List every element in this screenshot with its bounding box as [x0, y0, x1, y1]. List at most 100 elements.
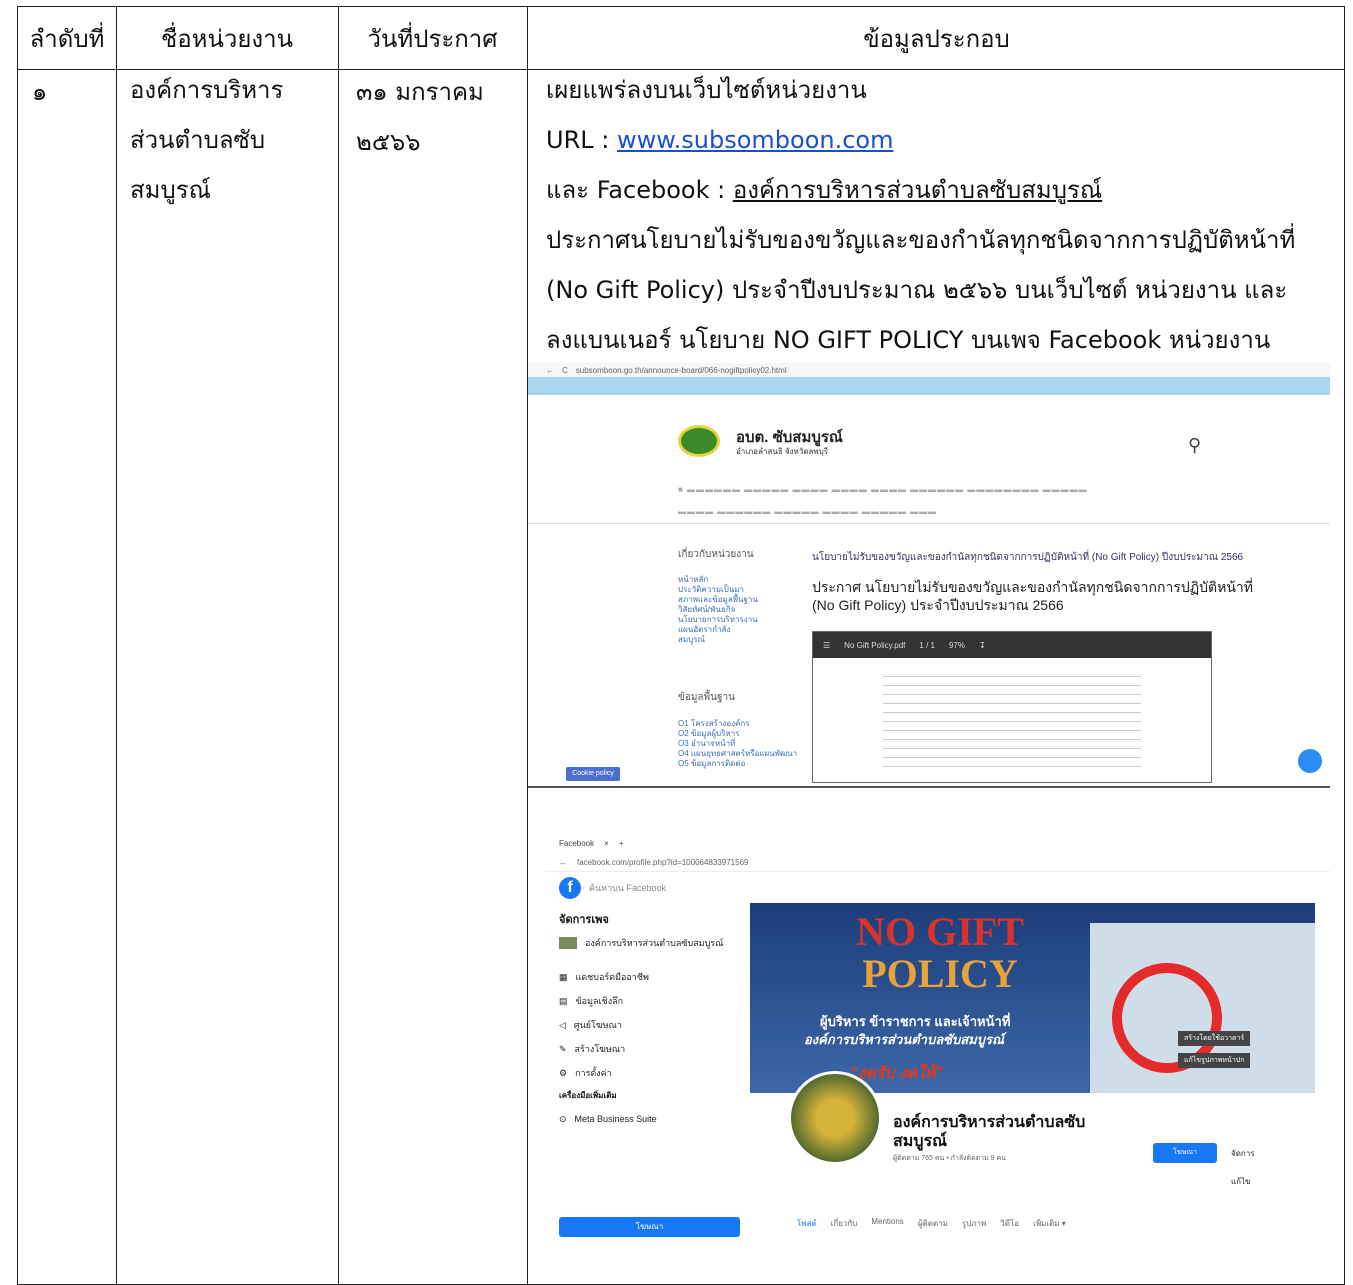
date-line: ๓๑ มกราคม — [356, 78, 484, 106]
reload-icon: C — [562, 365, 568, 375]
page-manager-panel: จัดการเพจ องค์การบริหารส่วนตำบลซับสมบูรณ… — [559, 909, 744, 1131]
sidebar-item[interactable]: O2 ข้อมูลผู้บริหาร — [678, 729, 797, 739]
page-thumb-icon — [559, 937, 577, 949]
search-icon: ⚲ — [1188, 435, 1202, 455]
facebook-line: และ Facebook : องค์การบริหารส่วนตำบลซับส… — [546, 165, 1102, 215]
sidebar-list: O1 โครงสร้างองค์กร O2 ข้อมูลผู้บริหาร O3… — [678, 719, 797, 769]
sidebar-item[interactable]: O1 โครงสร้างองค์กร — [678, 719, 797, 729]
sidebar-item[interactable]: หน้าหลัก — [678, 575, 758, 585]
sidebar-item[interactable]: ประวัติความเป็นมา — [678, 585, 758, 595]
sidebar-item[interactable]: แผนอัตรากำลัง — [678, 625, 758, 635]
site-nav: ▬▬▬▬ ▬▬▬▬▬▬ ▬▬▬▬▬ ▬▬▬▬ ▬▬▬▬▬ ▬▬▬ — [678, 507, 938, 516]
pdf-toolbar: ☰ No Gift Policy.pdf 1 / 1 97% ↧ — [813, 632, 1211, 658]
pdf-page-counter: 1 / 1 — [919, 640, 935, 650]
avatar — [788, 1071, 882, 1165]
info-line: ลงแบนเนอร์ นโยบาย NO GIFT POLICY บนเพจ F… — [546, 326, 1271, 354]
messenger-icon[interactable] — [1298, 749, 1322, 773]
menu-item: ▦ แดชบอร์ดมืออาชีพ — [559, 965, 744, 989]
sidebar-item[interactable]: O5 ข้อมูลการติดต่อ — [678, 759, 797, 769]
menu-item-label: Meta Business Suite — [574, 1114, 657, 1124]
page-title: ประกาศ นโยบายไม่รับของขวัญและของกำนัลทุก… — [812, 578, 1253, 614]
manage-page-title: จัดการเพจ — [559, 914, 609, 926]
menu-item: ✎ สร้างโฆษณา — [559, 1037, 744, 1061]
menu-item: ⚙ การตั้งค่า — [559, 1061, 744, 1085]
browser-url: subsomboon.go.th/announce-board/066-nogi… — [575, 365, 787, 375]
menu-item-label: ข้อมูลเชิงลึก — [575, 996, 624, 1006]
browser-tab-bar: Facebook × + — [545, 833, 1330, 853]
website-link[interactable]: www.subsomboon.com — [617, 126, 894, 154]
site-subtitle: อำเภอลำสนธิ จังหวัดลพบุรี — [736, 447, 829, 456]
pdf-viewer[interactable]: ☰ No Gift Policy.pdf 1 / 1 97% ↧ — [812, 631, 1212, 783]
facebook-search: ค้นหาบน Facebook — [589, 883, 667, 893]
insights-icon: ▤ — [559, 996, 568, 1006]
page-switch-item: องค์การบริหารส่วนตำบลซับสมบูรณ์ — [559, 931, 744, 955]
tab-videos[interactable]: วิดีโอ — [1000, 1217, 1019, 1230]
page-name-small: องค์การบริหารส่วนตำบลซับสมบูรณ์ — [585, 938, 724, 948]
edit-button[interactable]: แก้ไข — [1231, 1175, 1251, 1188]
website-screenshot: ← C subsomboon.go.th/announce-board/066-… — [528, 363, 1330, 788]
advertise-cta-button[interactable]: โฆษณา — [559, 1217, 740, 1237]
row-number: ๑ — [32, 78, 48, 106]
gear-icon: ⚙ — [559, 1068, 568, 1078]
manage-button[interactable]: จัดการ — [1231, 1147, 1255, 1160]
org-name-line: สมบูรณ์ — [130, 176, 211, 204]
sidebar-item[interactable]: สภาพและข้อมูลพื้นฐาน — [678, 595, 758, 605]
org-name-line: องค์การบริหาร — [130, 76, 284, 104]
sidebar-item[interactable]: นโยบายการบริหารงาน — [678, 615, 758, 625]
site-nav: ■ ▬▬▬▬▬▬ ▬▬▬▬▬ ▬▬▬▬ ▬▬▬▬ ▬▬▬▬ ▬▬▬▬▬▬ ▬▬▬… — [678, 485, 1088, 494]
back-icon: ← — [559, 857, 567, 867]
sidebar-item[interactable]: O4 แผนยุทธศาสตร์หรือแผนพัฒนา — [678, 749, 797, 759]
browser-url: facebook.com/profile.php?id=100064833971… — [577, 857, 749, 867]
sidebar-item[interactable]: O3 อำนาจหน้าที่ — [678, 739, 797, 749]
edit-cover-button[interactable]: แก้ไขรูปภาพหน้าปก — [1178, 1053, 1251, 1068]
plus-icon: + — [618, 838, 624, 848]
site-logo-icon — [678, 425, 720, 457]
tab-more[interactable]: เพิ่มเติม ▾ — [1033, 1217, 1066, 1230]
menu-item: ▤ ข้อมูลเชิงลึก — [559, 989, 744, 1013]
header-date: วันที่ประกาศ — [367, 24, 498, 53]
tools-heading: เครื่องมือเพิ่มเติม — [559, 1091, 617, 1100]
tab-about[interactable]: เกี่ยวกับ — [831, 1217, 858, 1230]
org-name-line: ส่วนตำบลซับ — [130, 126, 266, 154]
browser-tab: Facebook — [559, 838, 595, 848]
sidebar-heading: ข้อมูลพื้นฐาน — [678, 692, 735, 703]
pdf-filename: No Gift Policy.pdf — [844, 640, 906, 650]
browser-address-bar: ← facebook.com/profile.php?id=1000648339… — [545, 853, 1330, 872]
advertise-button[interactable]: โฆษณา — [1153, 1143, 1217, 1163]
menu-item: ⊙ Meta Business Suite — [559, 1107, 744, 1131]
dashboard-icon: ▦ — [559, 972, 568, 982]
info-line: ประกาศนโยบายไม่รับของขวัญและของกำนัลทุกช… — [546, 226, 1296, 254]
download-icon[interactable]: ↧ — [979, 641, 986, 650]
column-divider — [116, 7, 117, 1284]
sidebar-item[interactable]: วิสัยทัศน์/พันธกิจ — [678, 605, 758, 615]
url-line: URL : www.subsomboon.com — [546, 115, 894, 165]
cover-banner: NO GIFT POLICY ผู้บริหาร ข้าราชการ และเจ… — [750, 903, 1315, 1093]
cookie-policy-button[interactable]: Cookie policy — [566, 767, 620, 781]
sidebar-item[interactable]: สมบูรณ์ — [678, 635, 758, 645]
facebook-link[interactable]: องค์การบริหารส่วนตำบลซับสมบูรณ์ — [733, 176, 1102, 204]
menu-icon[interactable]: ☰ — [823, 641, 830, 650]
tab-photos[interactable]: รูปภาพ — [962, 1217, 986, 1230]
tab-mentions[interactable]: Mentions — [871, 1217, 903, 1230]
close-icon: × — [604, 838, 609, 848]
tab-followers[interactable]: ผู้ติดตาม — [918, 1217, 948, 1230]
menu-item-label: ศูนย์โฆษณา — [573, 1020, 622, 1030]
browser-address-bar: ← C subsomboon.go.th/announce-board/066-… — [528, 363, 1330, 377]
menu-item: ◁ ศูนย์โฆษณา — [559, 1013, 744, 1037]
header-number: ลำดับที่ — [29, 24, 105, 53]
page-name: องค์การบริหารส่วนตำบลซับ สมบูรณ์ — [893, 1113, 1085, 1151]
info-line: (No Gift Policy) ประจำปีงบประมาณ ๒๕๖๖ บน… — [546, 276, 1288, 304]
url-label: URL : — [546, 126, 617, 154]
follower-count: ผู้ติดตาม 765 คน • กำลังติดตาม 9 คน — [893, 1155, 1006, 1162]
tab-posts[interactable]: โพสต์ — [797, 1217, 817, 1230]
pdf-zoom: 97% — [948, 640, 965, 650]
create-avatar-button[interactable]: สร้างโดยใช้อวาตาร์ — [1178, 1031, 1251, 1046]
header-org-name: ชื่อหน่วยงาน — [160, 24, 294, 53]
pdf-page-content — [883, 668, 1141, 768]
menu-item-label: สร้างโฆษณา — [574, 1044, 626, 1054]
banner-title: NO GIFT POLICY — [810, 911, 1070, 995]
banner-line: องค์การบริหารส่วนตำบลซับสมบูรณ์ — [804, 1032, 1005, 1047]
banner-title-line: POLICY — [862, 951, 1018, 996]
page-tabs: โพสต์ เกี่ยวกับ Mentions ผู้ติดตาม รูปภา… — [797, 1217, 1066, 1230]
column-divider — [338, 7, 339, 1284]
